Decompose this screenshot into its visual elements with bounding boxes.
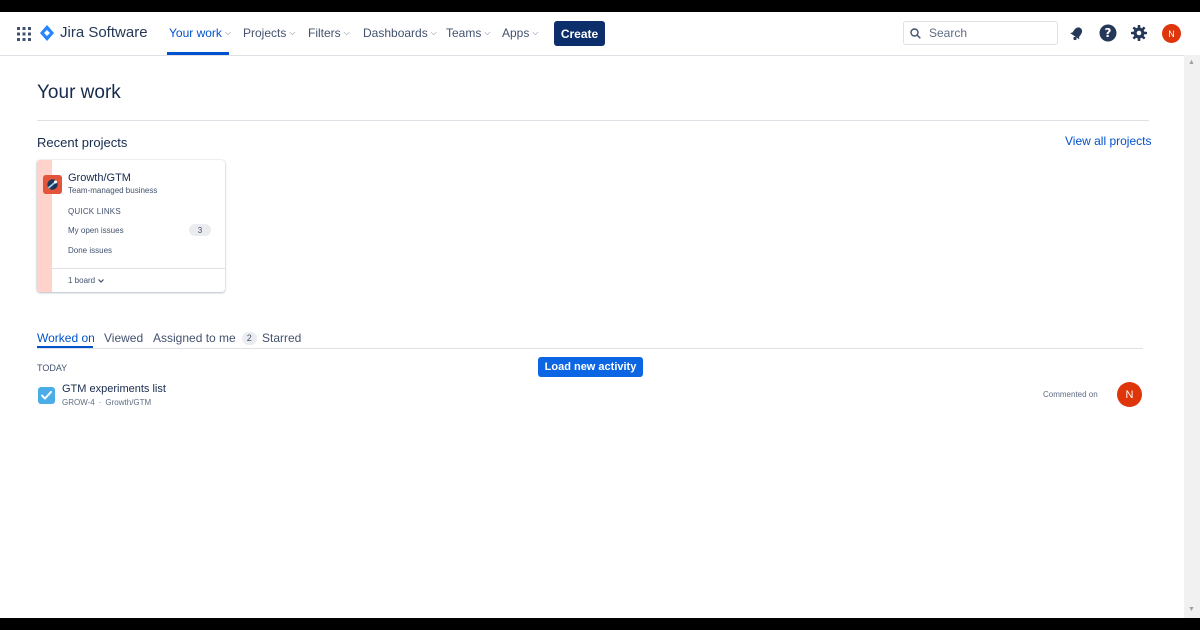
search-field[interactable]	[903, 21, 1058, 45]
issue-project: Growth/GTM	[105, 398, 152, 407]
tabs-divider	[37, 348, 1143, 349]
load-new-activity-button[interactable]: Load new activity	[538, 357, 643, 377]
scroll-down-arrow-icon[interactable]: ▼	[1188, 606, 1195, 613]
issue-meta: GROW-4 · Growth/GTM	[62, 398, 151, 407]
profile-avatar[interactable]: N	[1162, 24, 1181, 43]
nav-label: Dashboards	[363, 26, 428, 40]
project-card[interactable]: Growth/GTM Team-managed business QUICK L…	[37, 160, 225, 292]
activity-status: Commented on	[1043, 390, 1098, 399]
issue-title[interactable]: GTM experiments list	[62, 383, 166, 395]
jira-logo[interactable]: Jira Software	[40, 24, 148, 41]
boards-dropdown[interactable]: 1 board	[68, 276, 105, 285]
activity-group-label: TODAY	[37, 363, 68, 373]
app-switcher-icon[interactable]	[17, 27, 31, 41]
active-nav-indicator	[167, 52, 229, 55]
nav-filters[interactable]: Filters ⌵	[308, 26, 350, 40]
recent-projects-heading: Recent projects	[37, 135, 128, 150]
jira-diamond-icon	[40, 24, 54, 41]
project-avatar-icon[interactable]	[43, 175, 62, 194]
nav-label: Your work	[169, 26, 222, 40]
assigned-count-badge: 2	[241, 331, 257, 345]
jira-window: Jira Software Your work ⌵ Projects ⌵ Fil…	[0, 12, 1200, 618]
tab-label: Worked on	[37, 331, 95, 345]
tab-starred[interactable]: Starred	[262, 331, 301, 345]
view-all-projects-link[interactable]: View all projects	[1065, 134, 1151, 148]
nav-projects[interactable]: Projects ⌵	[243, 26, 295, 40]
tab-label: Assigned to me	[153, 331, 236, 345]
quick-link-done-issues[interactable]: Done issues	[68, 246, 112, 255]
nav-label: Projects	[243, 26, 287, 40]
tab-assigned-to-me[interactable]: Assigned to me 2	[153, 331, 257, 345]
chevron-down-icon: ⌵	[343, 28, 350, 37]
tab-label: Viewed	[104, 331, 144, 345]
create-button[interactable]: Create	[554, 21, 605, 46]
boards-label: 1 board	[68, 276, 96, 285]
quick-links-heading: QUICK LINKS	[68, 207, 121, 216]
page-title: Your work	[37, 82, 121, 103]
chevron-down-icon: ⌵	[289, 28, 296, 37]
search-icon	[910, 27, 921, 39]
help-icon[interactable]: ?	[1099, 24, 1117, 42]
chevron-down-icon: ⌵	[484, 28, 491, 37]
activity-user-avatar[interactable]: N	[1117, 382, 1142, 407]
app-name: Jira Software	[60, 24, 148, 41]
card-divider	[52, 268, 225, 269]
nav-label: Apps	[502, 26, 530, 40]
issue-key: GROW-4	[62, 398, 95, 407]
tab-worked-on[interactable]: Worked on	[37, 331, 95, 345]
project-name[interactable]: Growth/GTM	[68, 172, 131, 184]
settings-gear-icon[interactable]	[1130, 24, 1148, 42]
svg-text:?: ?	[1105, 26, 1112, 40]
nav-dashboards[interactable]: Dashboards ⌵	[363, 26, 437, 40]
nav-apps[interactable]: Apps ⌵	[502, 26, 538, 40]
nav-teams[interactable]: Teams ⌵	[446, 26, 490, 40]
project-type: Team-managed business	[68, 186, 158, 195]
notifications-icon[interactable]	[1068, 24, 1086, 42]
title-divider	[37, 120, 1149, 121]
nav-label: Teams	[446, 26, 482, 40]
task-checkbox-icon	[38, 387, 55, 404]
chevron-down-icon: ⌵	[430, 28, 437, 37]
search-input[interactable]	[927, 25, 1051, 41]
nav-label: Filters	[308, 26, 341, 40]
top-navigation: Jira Software Your work ⌵ Projects ⌵ Fil…	[0, 12, 1200, 56]
quick-link-my-open-issues[interactable]: My open issues	[68, 226, 124, 235]
nav-your-work[interactable]: Your work ⌵	[169, 26, 231, 40]
chevron-down-icon: ⌵	[532, 28, 539, 37]
meta-separator: ·	[98, 398, 102, 407]
chevron-down-icon: ⌵	[224, 28, 231, 37]
tab-label: Starred	[262, 331, 302, 345]
vertical-scrollbar[interactable]	[1184, 55, 1200, 618]
scroll-up-arrow-icon[interactable]: ▲	[1188, 59, 1195, 66]
chevron-down-icon	[98, 278, 105, 283]
tab-viewed[interactable]: Viewed	[104, 331, 143, 345]
open-issues-count-badge: 3	[189, 224, 211, 236]
